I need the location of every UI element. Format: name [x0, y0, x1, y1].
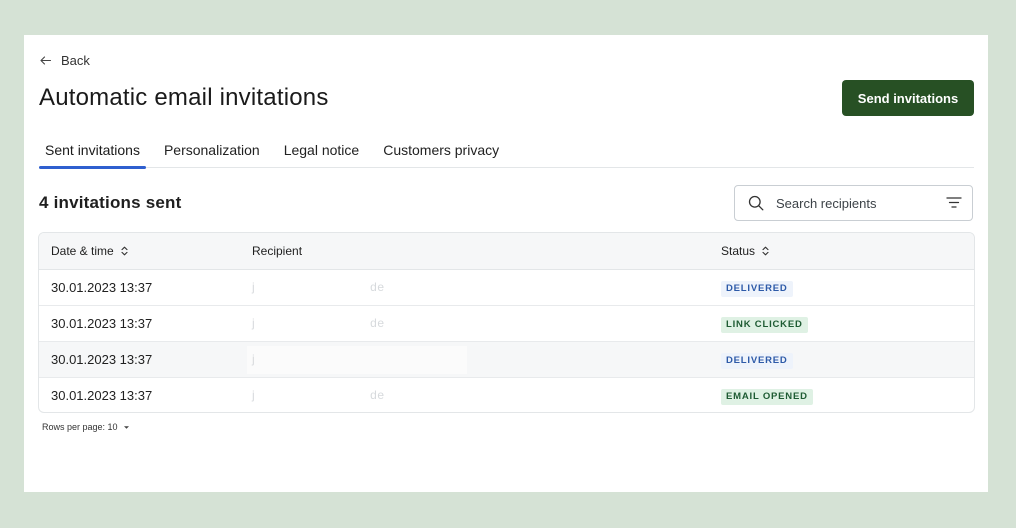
invitations-count: 4 invitations sent: [39, 193, 182, 212]
tab-legal-notice[interactable]: Legal notice: [278, 135, 366, 167]
status-cell: LINK CLICKED: [721, 306, 808, 341]
table-row[interactable]: 30.01.2023 13:37 j DELIVERED: [39, 342, 974, 378]
table-row[interactable]: 30.01.2023 13:37 j de EMAIL OPENED: [39, 378, 974, 412]
sort-icon[interactable]: [762, 246, 769, 256]
back-link[interactable]: Back: [40, 51, 90, 69]
search-input[interactable]: [776, 195, 936, 211]
main-card: Back Automatic email invitations Send in…: [24, 35, 988, 492]
rows-per-page-label: Rows per page: 10: [42, 422, 118, 432]
search-box[interactable]: [734, 185, 973, 221]
tab-customers-privacy[interactable]: Customers privacy: [377, 135, 505, 167]
column-header-status[interactable]: Status: [721, 233, 769, 269]
column-header-recipient: Recipient: [252, 244, 303, 258]
table-row[interactable]: 30.01.2023 13:37 j de DELIVERED: [39, 270, 974, 306]
datetime-cell: 30.01.2023 13:37: [51, 388, 153, 403]
recipient-cell: j: [252, 352, 256, 366]
status-badge: LINK CLICKED: [721, 316, 808, 333]
status-cell: DELIVERED: [721, 270, 793, 305]
recipient-cell: j de: [252, 388, 385, 402]
search-icon: [748, 195, 764, 211]
table-header: Date & time Recipient Status: [39, 233, 974, 270]
status-cell: DELIVERED: [721, 342, 793, 377]
recipient-cell: j de: [252, 280, 385, 294]
send-invitations-button[interactable]: Send invitations: [842, 80, 974, 116]
status-badge: EMAIL OPENED: [721, 388, 813, 405]
recipient-redaction: [247, 346, 467, 374]
status-cell: EMAIL OPENED: [721, 378, 813, 412]
arrow-left-icon: [40, 55, 51, 65]
status-badge: DELIVERED: [721, 352, 793, 369]
invitations-table: Date & time Recipient Status 30.01.2023 …: [38, 232, 975, 413]
page-title: Automatic email invitations: [39, 84, 329, 111]
status-badge: DELIVERED: [721, 280, 793, 297]
caret-down-icon: [123, 422, 130, 432]
sort-icon[interactable]: [121, 246, 128, 256]
datetime-cell: 30.01.2023 13:37: [51, 316, 153, 331]
table-row[interactable]: 30.01.2023 13:37 j de LINK CLICKED: [39, 306, 974, 342]
rows-per-page-select[interactable]: Rows per page: 10: [42, 422, 130, 432]
column-header-date-time[interactable]: Date & time: [51, 233, 128, 269]
filter-icon[interactable]: [946, 196, 962, 209]
recipient-cell: j de: [252, 316, 385, 330]
tab-personalization[interactable]: Personalization: [158, 135, 266, 167]
datetime-cell: 30.01.2023 13:37: [51, 280, 153, 295]
tab-bar: Sent invitations Personalization Legal n…: [39, 135, 974, 169]
tab-sent-invitations[interactable]: Sent invitations: [39, 135, 146, 169]
datetime-cell: 30.01.2023 13:37: [51, 352, 153, 367]
back-label: Back: [61, 52, 90, 68]
